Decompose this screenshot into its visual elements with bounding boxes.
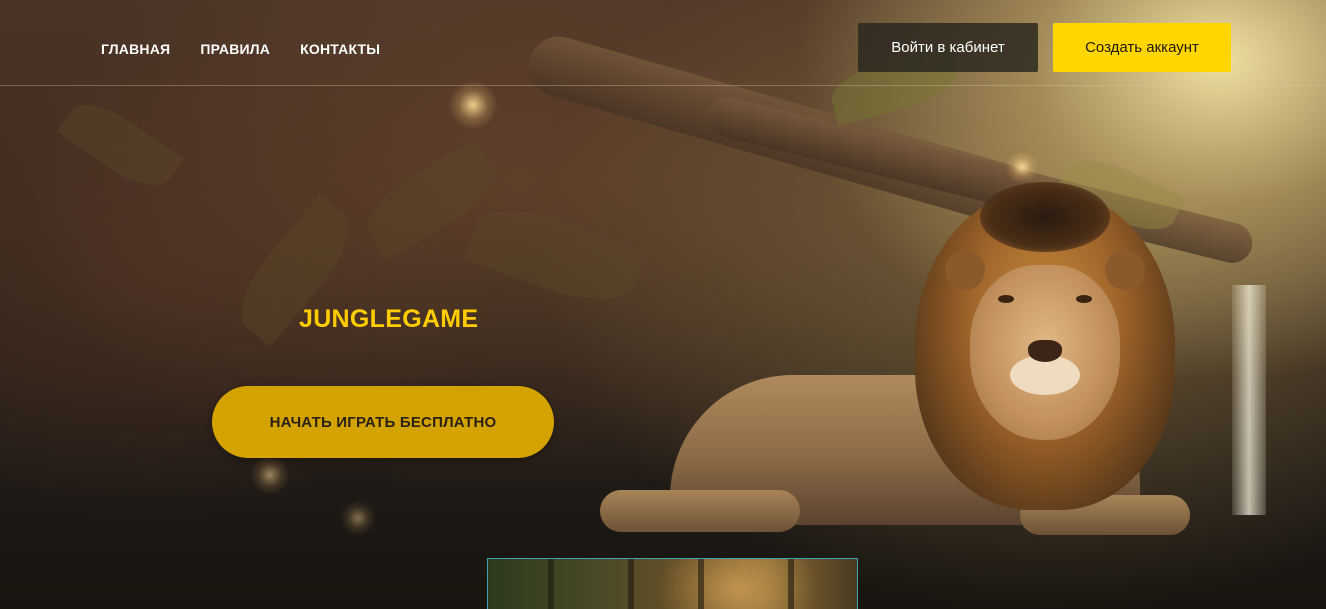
light-glow: [340, 500, 376, 536]
nav-links: ГЛАВНАЯ ПРАВИЛА КОНТАКТЫ: [101, 41, 380, 57]
lion-eye: [1076, 295, 1092, 303]
light-glow: [448, 80, 498, 130]
game-thumbnail[interactable]: [487, 558, 858, 609]
nav-link-home[interactable]: ГЛАВНАЯ: [101, 41, 170, 57]
light-glow: [1005, 150, 1039, 184]
lion-mane-crest: [980, 182, 1110, 252]
nav-link-contacts[interactable]: КОНТАКТЫ: [300, 41, 380, 57]
lion-nose: [1028, 340, 1062, 362]
lion-eye: [998, 295, 1014, 303]
create-account-button[interactable]: Создать аккаунт: [1053, 23, 1231, 72]
lion-ear: [945, 250, 985, 290]
thumbnail-detail: [548, 559, 554, 609]
thumbnail-detail: [788, 559, 794, 609]
thumbnail-detail: [628, 559, 634, 609]
thumbnail-detail: [698, 559, 704, 609]
play-free-button[interactable]: НАЧАТЬ ИГРАТЬ БЕСПЛАТНО: [212, 386, 554, 458]
lion-illustration: [600, 182, 1240, 550]
top-navigation: ГЛАВНАЯ ПРАВИЛА КОНТАКТЫ Войти в кабинет…: [0, 0, 1326, 86]
fern-leaf: [56, 90, 184, 200]
hero-page: ГЛАВНАЯ ПРАВИЛА КОНТАКТЫ Войти в кабинет…: [0, 0, 1326, 609]
hero-title: JUNGLEGAME: [299, 305, 479, 333]
login-button[interactable]: Войти в кабинет: [858, 23, 1038, 72]
lion-paw: [600, 490, 800, 532]
light-glow: [250, 455, 290, 495]
nav-link-rules[interactable]: ПРАВИЛА: [200, 41, 270, 57]
lion-ear: [1105, 250, 1145, 290]
